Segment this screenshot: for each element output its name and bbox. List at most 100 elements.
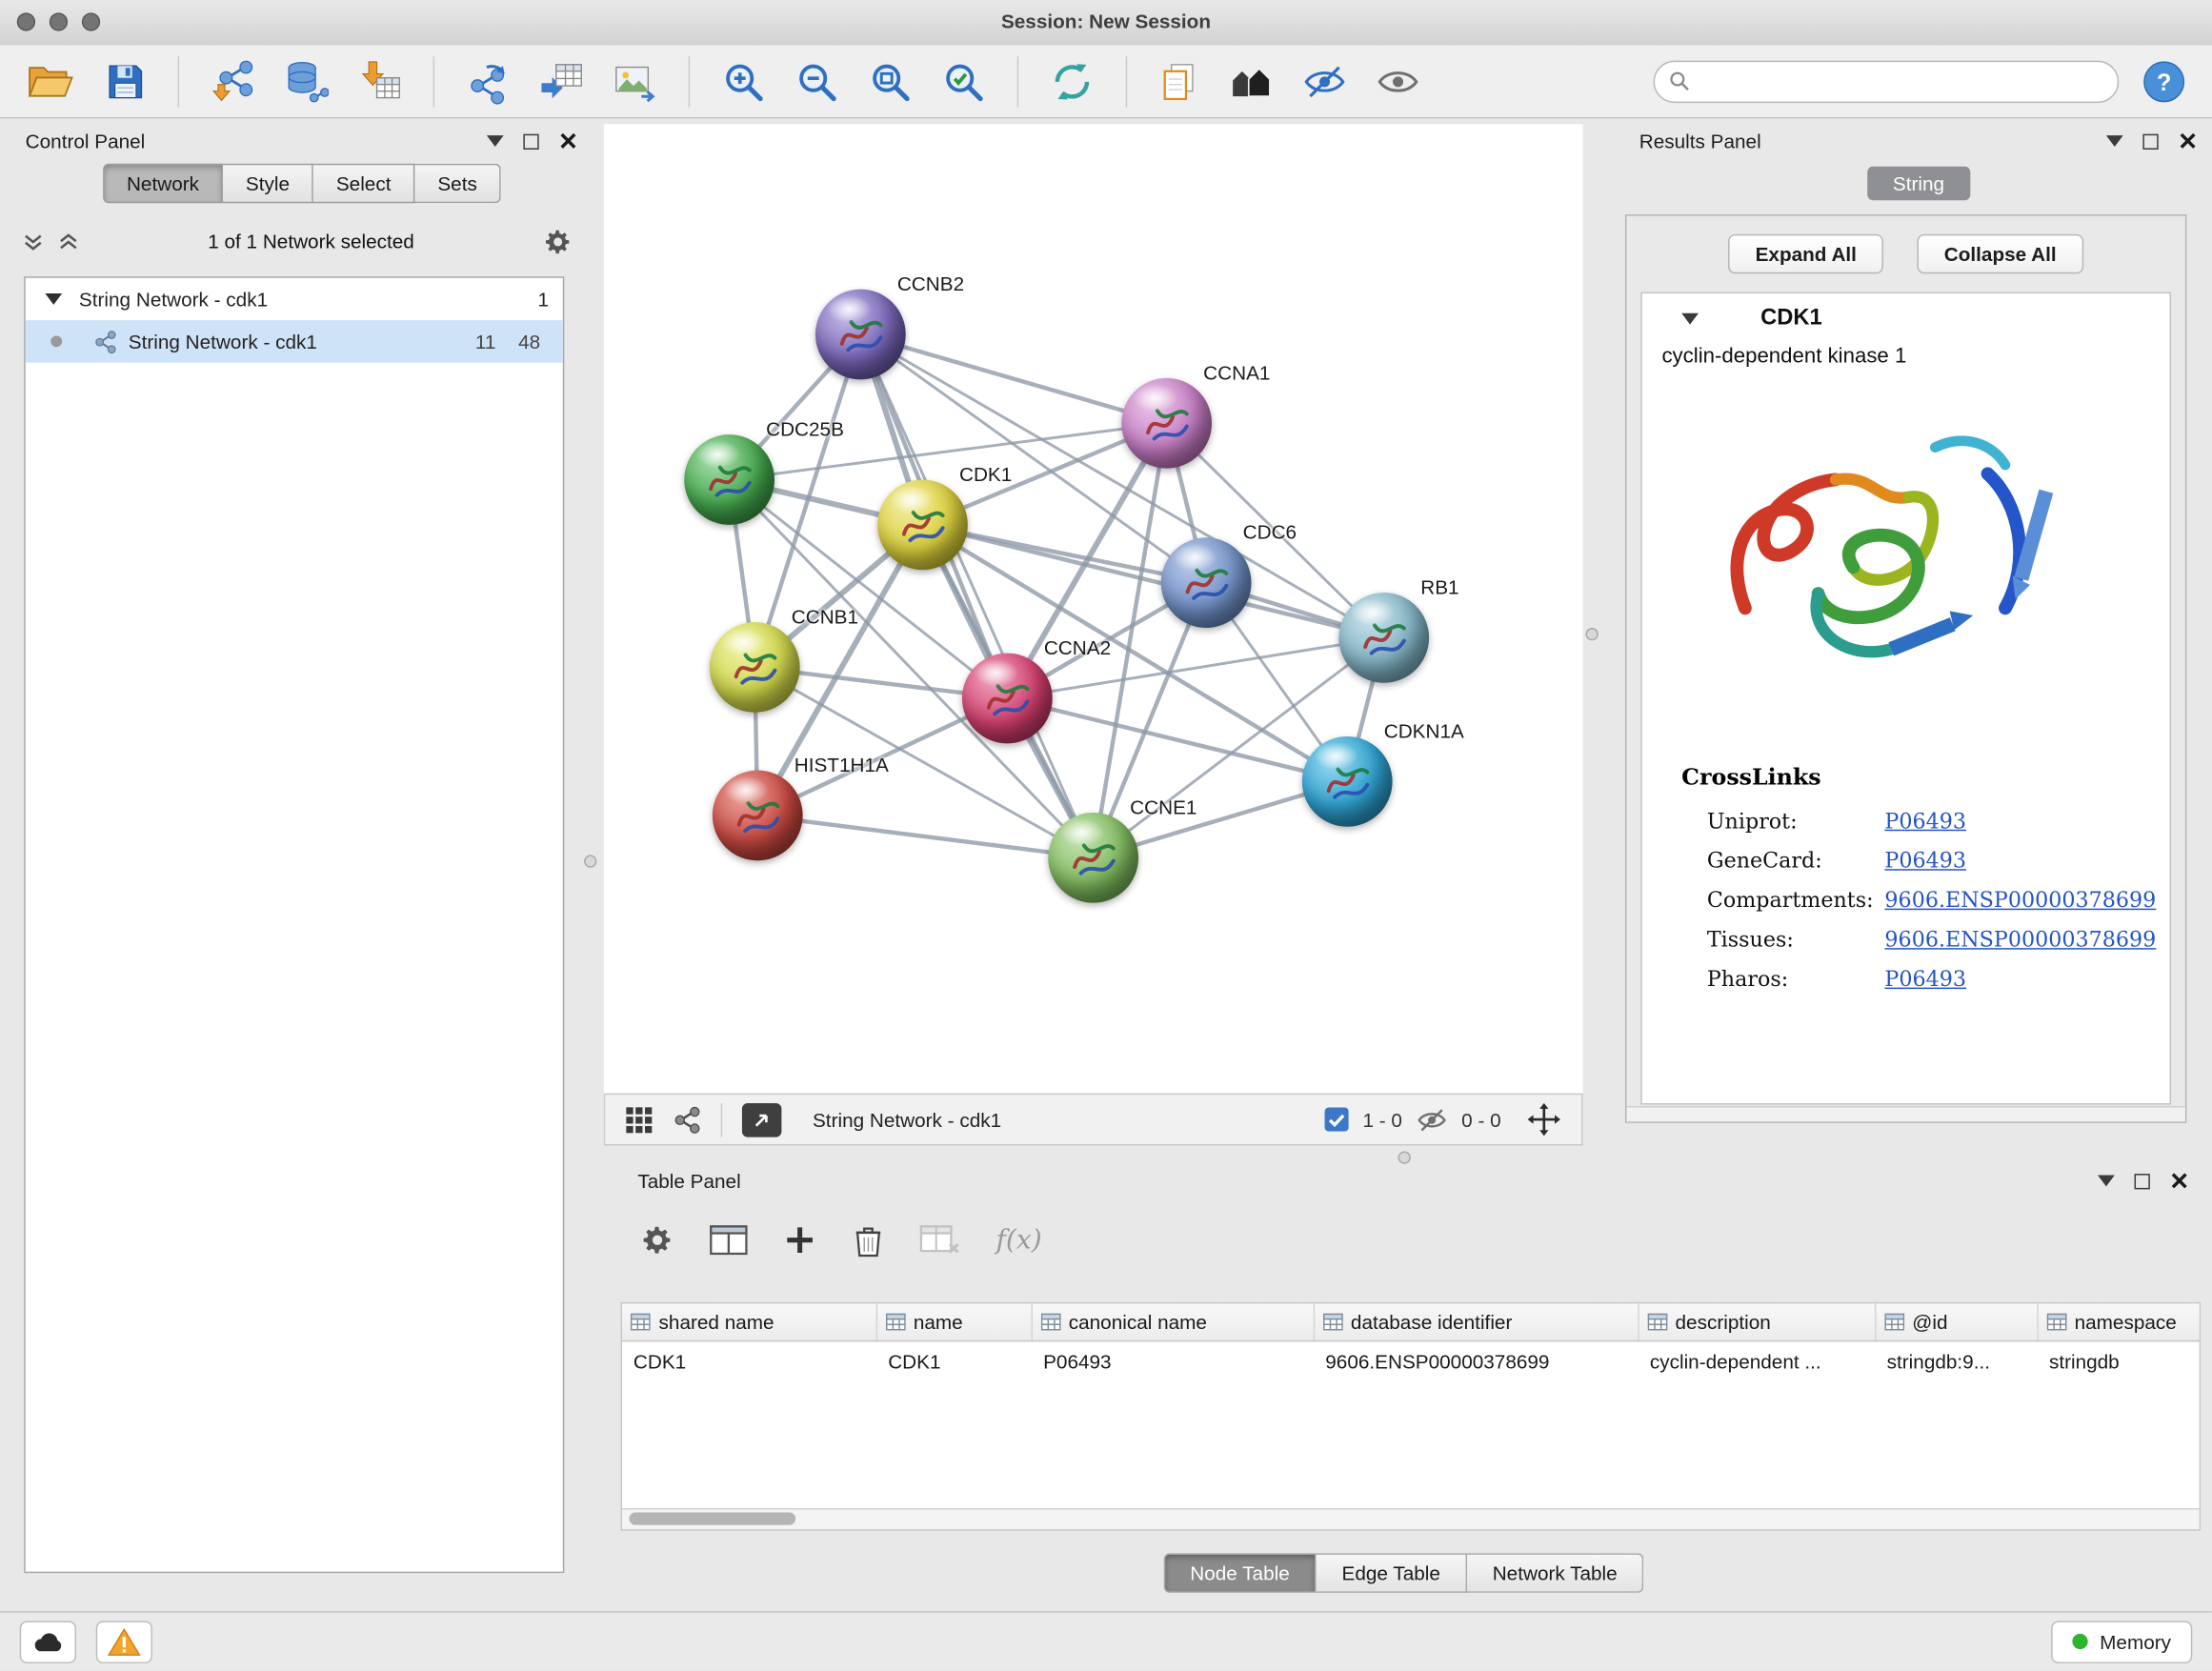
add-column-plus-icon[interactable] — [783, 1223, 817, 1258]
search-input[interactable] — [1699, 70, 2103, 93]
duplicate-network-button[interactable] — [1153, 54, 1206, 108]
collapse-all-icon[interactable] — [23, 231, 44, 252]
import-network-database-button[interactable] — [278, 53, 334, 110]
table-settings-gear-icon[interactable] — [640, 1223, 674, 1258]
zoom-in-button[interactable] — [715, 53, 772, 110]
close-panel-icon[interactable]: ✕ — [2178, 133, 2198, 149]
cell-description[interactable]: cyclin-dependent ... — [1638, 1341, 1875, 1380]
gear-icon[interactable] — [543, 227, 573, 256]
network-node-CCNA2[interactable] — [962, 654, 1053, 744]
tab-string[interactable]: String — [1867, 167, 1969, 201]
network-node-RB1[interactable] — [1338, 593, 1429, 683]
float-panel-icon[interactable] — [487, 135, 504, 147]
float-panel-icon[interactable] — [2106, 135, 2123, 147]
crosslink-link[interactable]: P06493 — [1884, 809, 1966, 835]
select-columns-icon[interactable] — [710, 1223, 748, 1258]
crosslink-link[interactable]: P06493 — [1884, 966, 1966, 992]
cell-id[interactable]: stringdb:9... — [1875, 1341, 2037, 1380]
table-tabs: Node Table Edge Table Network Table — [604, 1553, 2203, 1592]
tab-edge-table[interactable]: Edge Table — [1317, 1553, 1467, 1592]
column-header-canonical-name[interactable]: canonical name — [1032, 1303, 1314, 1340]
crosslink-link[interactable]: 9606.ENSP00000378699 — [1884, 887, 2156, 913]
scrollbar-thumb[interactable] — [629, 1512, 795, 1524]
network-node-CCNB2[interactable] — [815, 290, 906, 380]
tab-sets[interactable]: Sets — [415, 164, 501, 203]
maximize-panel-icon[interactable] — [523, 133, 538, 149]
detach-view-button[interactable] — [742, 1102, 781, 1137]
tab-select[interactable]: Select — [313, 164, 415, 203]
network-node-CDC6[interactable] — [1161, 537, 1252, 628]
column-header-shared-name[interactable]: shared name — [622, 1303, 876, 1340]
refresh-button[interactable] — [1044, 53, 1100, 110]
cell-name[interactable]: CDK1 — [876, 1341, 1032, 1380]
toggle-graphics-details-button[interactable] — [1223, 55, 1279, 106]
table-row[interactable]: CDK1 CDK1 P06493 9606.ENSP00000378699 cy… — [622, 1341, 2201, 1380]
vertical-splitter-handle[interactable] — [1585, 628, 1598, 640]
results-horizontal-scrollbar[interactable] — [1626, 1106, 2184, 1121]
grid-view-icon[interactable] — [625, 1105, 654, 1134]
import-network-file-button[interactable] — [205, 53, 261, 110]
delete-column-trash-icon[interactable] — [852, 1222, 884, 1258]
birdseye-crosshair-icon[interactable] — [1526, 1102, 1561, 1137]
float-panel-icon[interactable] — [2098, 1176, 2115, 1187]
zoom-out-button[interactable] — [789, 53, 845, 110]
table-horizontal-scrollbar[interactable] — [622, 1508, 2200, 1529]
protein-squiggle-icon — [727, 784, 789, 846]
export-table-button[interactable] — [533, 53, 590, 110]
crosslink-link[interactable]: P06493 — [1884, 848, 1966, 874]
help-button[interactable]: ? — [2136, 53, 2192, 110]
expand-all-icon[interactable] — [58, 231, 79, 252]
zoom-fit-button[interactable] — [862, 53, 918, 110]
network-node-CCNE1[interactable] — [1048, 813, 1138, 903]
cloud-services-button[interactable] — [20, 1621, 76, 1662]
network-node-CDK1[interactable] — [877, 479, 968, 570]
close-panel-icon[interactable]: ✕ — [2169, 1173, 2189, 1188]
network-node-CCNB1[interactable] — [710, 622, 800, 713]
column-header-id[interactable]: @id — [1875, 1303, 2037, 1340]
import-table-button[interactable] — [352, 53, 408, 110]
network-collection-row[interactable]: String Network - cdk1 1 — [26, 278, 563, 320]
hidden-eye-slash-icon[interactable] — [1417, 1107, 1448, 1133]
show-details-button[interactable] — [1370, 57, 1426, 105]
network-row[interactable]: String Network - cdk1 11 48 — [26, 320, 563, 362]
crosslink-link[interactable]: 9606.ENSP00000378699 — [1884, 927, 2156, 953]
close-panel-icon[interactable]: ✕ — [558, 133, 578, 149]
search-field[interactable] — [1654, 60, 2120, 102]
warnings-button[interactable] — [96, 1621, 152, 1662]
cell-shared-name[interactable]: CDK1 — [622, 1341, 876, 1380]
column-header-description[interactable]: description — [1638, 1303, 1875, 1340]
open-session-button[interactable] — [20, 54, 82, 108]
network-canvas[interactable]: CCNB2CCNA1CDC25BCDK1CDC6RB1CCNB1CCNA2CDK… — [604, 124, 1583, 1093]
maximize-panel-icon[interactable] — [2142, 133, 2158, 149]
expand-all-button[interactable]: Expand All — [1728, 234, 1883, 273]
network-node-CDKN1A[interactable] — [1302, 736, 1393, 827]
column-header-namespace[interactable]: namespace — [2037, 1303, 2201, 1340]
tab-network[interactable]: Network — [103, 164, 223, 203]
save-session-button[interactable] — [99, 54, 152, 108]
maximize-panel-icon[interactable] — [2134, 1173, 2149, 1188]
column-header-database-identifier[interactable]: database identifier — [1314, 1303, 1639, 1340]
network-node-CDC25B[interactable] — [684, 434, 774, 525]
network-view-icon[interactable] — [673, 1105, 701, 1134]
collapse-gene-icon[interactable] — [1681, 313, 1699, 325]
selected-checkbox-icon[interactable] — [1324, 1107, 1348, 1131]
zoom-selected-button[interactable] — [935, 53, 992, 110]
tree-expand-icon[interactable] — [45, 293, 62, 305]
horizontal-splitter-handle[interactable] — [1398, 1151, 1411, 1163]
tab-node-table[interactable]: Node Table — [1163, 1553, 1317, 1592]
network-node-HIST1H1A[interactable] — [713, 771, 803, 861]
cell-namespace[interactable]: stringdb — [2037, 1341, 2201, 1380]
memory-button[interactable]: Memory — [2052, 1621, 2192, 1662]
collapse-all-button[interactable]: Collapse All — [1918, 234, 2083, 273]
export-network-button[interactable] — [460, 53, 516, 110]
tab-style[interactable]: Style — [223, 164, 313, 203]
cell-database-identifier[interactable]: 9606.ENSP00000378699 — [1314, 1341, 1639, 1380]
tab-network-table[interactable]: Network Table — [1467, 1553, 1644, 1592]
vertical-splitter-handle[interactable] — [584, 855, 596, 867]
cell-canonical-name[interactable]: P06493 — [1032, 1341, 1314, 1380]
network-node-CCNA1[interactable] — [1121, 378, 1212, 469]
column-header-name[interactable]: name — [876, 1303, 1032, 1340]
function-builder-icon[interactable]: f(x) — [995, 1224, 1041, 1256]
export-image-button[interactable] — [607, 53, 663, 110]
hide-details-button[interactable] — [1297, 57, 1353, 105]
